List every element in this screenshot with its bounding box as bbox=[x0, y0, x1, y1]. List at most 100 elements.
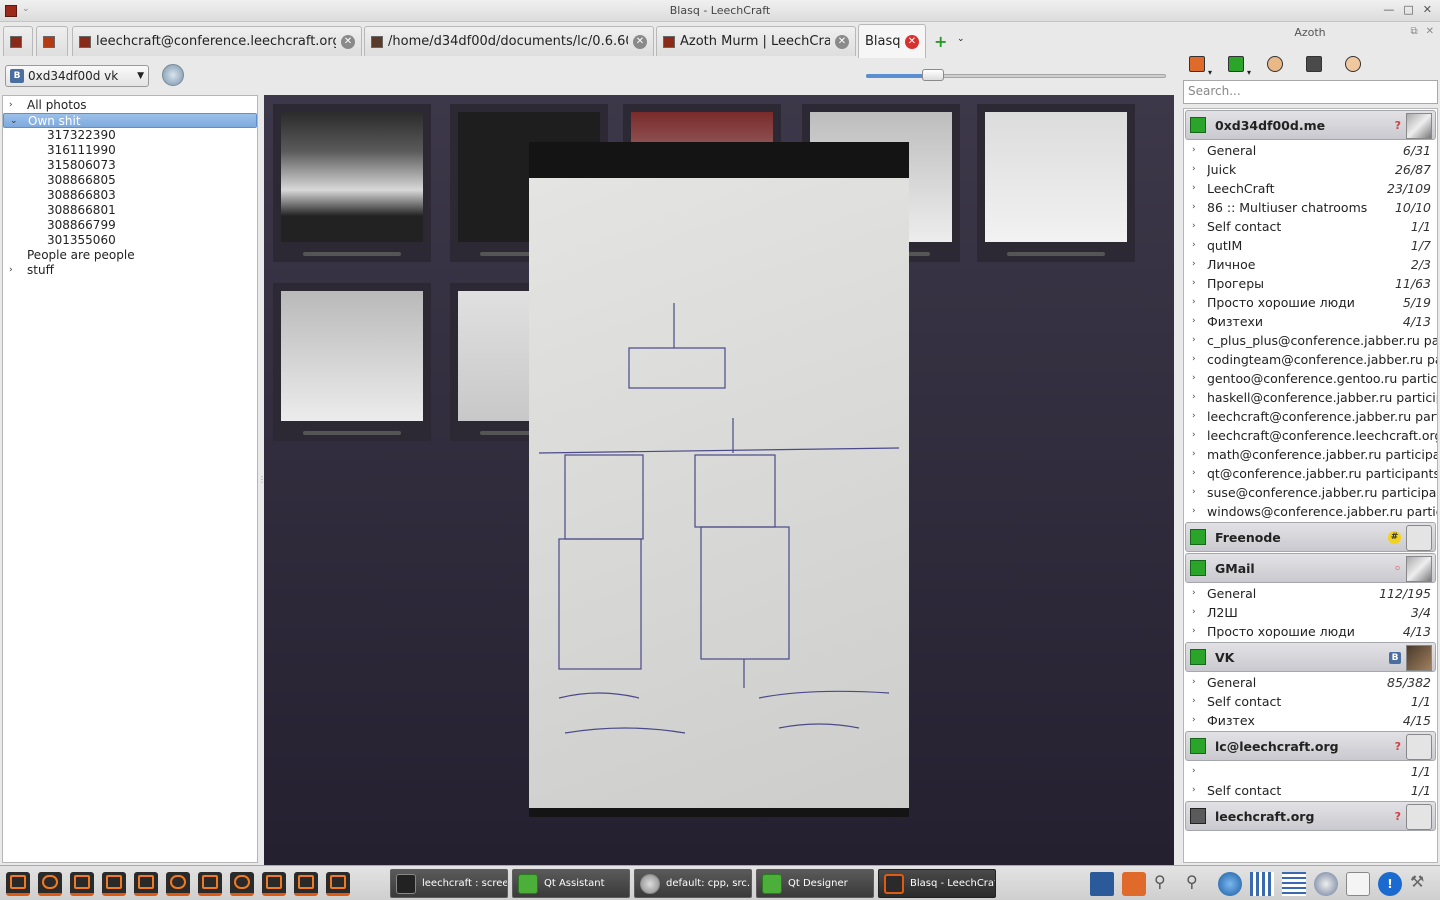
contact-group[interactable]: › windows@conference.jabber.ru participan… bbox=[1184, 502, 1437, 521]
contact-group[interactable]: › Л2Ш 3/4 bbox=[1184, 603, 1437, 622]
album-item[interactable]: 308866801 bbox=[3, 203, 257, 218]
task-qt-assistant[interactable]: Qt Assistant bbox=[512, 869, 630, 898]
task-blasq[interactable]: Blasq - LeechCraft bbox=[878, 869, 996, 898]
zoom-slider[interactable] bbox=[866, 69, 1166, 81]
account-selector[interactable]: B 0xd34df00d vk ▼ bbox=[5, 65, 149, 87]
contact-group[interactable]: › Просто хорошие люди 5/19 bbox=[1184, 293, 1437, 312]
contact-group[interactable]: › General 112/195 bbox=[1184, 584, 1437, 603]
expand-icon[interactable]: › bbox=[1192, 236, 1196, 255]
contact-group[interactable]: › qutIM 1/7 bbox=[1184, 236, 1437, 255]
contact-group[interactable]: › General 85/382 bbox=[1184, 673, 1437, 692]
expand-icon[interactable]: › bbox=[1192, 445, 1196, 464]
expand-icon[interactable]: › bbox=[1192, 388, 1196, 407]
expand-icon[interactable]: › bbox=[1192, 426, 1196, 445]
eye-launcher-icon[interactable] bbox=[198, 872, 222, 896]
contact-group[interactable]: › gentoo@conference.gentoo.ru participant… bbox=[1184, 369, 1437, 388]
tab-muc-chat[interactable]: leechcraft@conference.leechcraft.org (0.… bbox=[72, 26, 362, 56]
close-panel-icon[interactable]: ✕ bbox=[1426, 26, 1434, 37]
settings-launcher-icon[interactable] bbox=[230, 872, 254, 896]
photo-thumbnail[interactable] bbox=[273, 283, 431, 441]
camera-launcher-icon[interactable] bbox=[166, 872, 190, 896]
new-tab-plus-icon[interactable]: + bbox=[934, 32, 947, 51]
tab-close-icon[interactable]: ✕ bbox=[341, 34, 355, 49]
expand-icon[interactable]: › bbox=[1192, 502, 1196, 521]
contact-group[interactable]: › Просто хорошие люди 4/13 bbox=[1184, 622, 1437, 641]
album-folder[interactable]: › stuff bbox=[3, 263, 257, 278]
account-header[interactable]: VK B bbox=[1185, 642, 1436, 672]
zoom-slider-handle[interactable] bbox=[922, 69, 944, 81]
azoth-tray-icon[interactable] bbox=[1122, 872, 1146, 896]
expand-icon[interactable]: › bbox=[1192, 762, 1196, 781]
contact-group[interactable]: › 1/1 bbox=[1184, 762, 1437, 781]
tab-azoth-murm[interactable]: Azoth Murm | LeechCraft ✕ bbox=[656, 26, 856, 56]
pen-launcher-icon[interactable] bbox=[326, 872, 350, 896]
expand-icon[interactable]: › bbox=[1192, 622, 1196, 641]
expand-icon[interactable]: › bbox=[1192, 198, 1196, 217]
tab-close-icon[interactable]: ✕ bbox=[905, 34, 919, 49]
contact-group[interactable]: › Juick 26/87 bbox=[1184, 160, 1437, 179]
zoom-tray-icon[interactable]: ⚲ bbox=[1186, 872, 1210, 896]
expand-icon[interactable]: › bbox=[1192, 407, 1196, 426]
tab-leechcraft[interactable] bbox=[3, 26, 33, 56]
photo-preview[interactable] bbox=[529, 142, 909, 817]
album-item[interactable]: 308866805 bbox=[3, 173, 257, 188]
expand-icon[interactable]: › bbox=[9, 98, 13, 113]
contact-search-input[interactable]: Search... bbox=[1183, 80, 1438, 104]
expand-icon[interactable]: › bbox=[1192, 293, 1196, 312]
expand-icon[interactable]: › bbox=[1192, 179, 1196, 198]
online-status-button[interactable]: ▾ bbox=[1225, 53, 1251, 77]
download-launcher-icon[interactable] bbox=[70, 872, 94, 896]
splitter-handle[interactable]: ⋮ bbox=[258, 475, 266, 485]
expand-icon[interactable]: › bbox=[9, 263, 13, 278]
tools-tray-icon[interactable]: ⚒ bbox=[1410, 872, 1434, 896]
close-icon[interactable]: ✕ bbox=[1423, 3, 1432, 16]
account-header[interactable]: Freenode # bbox=[1185, 522, 1436, 552]
network-tray-icon[interactable] bbox=[1090, 872, 1114, 896]
status-menu-button[interactable]: ▾ bbox=[1186, 53, 1212, 77]
contact-group[interactable]: › c_plus_plus@conference.jabber.ru partic… bbox=[1184, 331, 1437, 350]
settings-tray-icon[interactable] bbox=[1314, 872, 1338, 896]
expand-icon[interactable]: › bbox=[1192, 711, 1196, 730]
expand-icon[interactable]: ⌄ bbox=[10, 114, 18, 129]
account-header[interactable]: GMail ◦ bbox=[1185, 553, 1436, 583]
contact-group[interactable]: › Прогеры 11/63 bbox=[1184, 274, 1437, 293]
expand-icon[interactable]: › bbox=[1192, 141, 1196, 160]
album-item[interactable]: 301355060 bbox=[3, 233, 257, 248]
expand-icon[interactable]: › bbox=[1192, 255, 1196, 274]
contact-group[interactable]: › Личное 2/3 bbox=[1184, 255, 1437, 274]
maximize-icon[interactable]: □ bbox=[1403, 3, 1413, 16]
contacts-icon[interactable] bbox=[1342, 53, 1368, 77]
task-terminal[interactable]: leechcraft : scree... bbox=[390, 869, 508, 898]
tab-blasq[interactable]: Blasq ✕ bbox=[858, 24, 926, 58]
float-panel-icon[interactable]: ⧉ bbox=[1410, 26, 1417, 37]
expand-icon[interactable]: › bbox=[1192, 160, 1196, 179]
contact-group[interactable]: › suse@conference.jabber.ru participants bbox=[1184, 483, 1437, 502]
minimize-icon[interactable]: — bbox=[1383, 3, 1394, 16]
player-launcher-icon[interactable] bbox=[134, 872, 158, 896]
clock-tray-icon[interactable] bbox=[1346, 872, 1370, 896]
album-item[interactable]: 308866803 bbox=[3, 188, 257, 203]
account-header[interactable]: 0xd34df00d.me? bbox=[1185, 110, 1436, 140]
expand-icon[interactable]: › bbox=[1192, 350, 1196, 369]
expand-icon[interactable]: › bbox=[1192, 217, 1196, 236]
contact-group[interactable]: › LeechCraft 23/109 bbox=[1184, 179, 1437, 198]
list-tray-icon[interactable] bbox=[1282, 872, 1306, 896]
contact-group[interactable]: › codingteam@conference.jabber.ru partici… bbox=[1184, 350, 1437, 369]
contact-group[interactable]: › haskell@conference.jabber.ru participan… bbox=[1184, 388, 1437, 407]
leechcraft-launcher-icon[interactable] bbox=[6, 872, 30, 896]
add-contact-icon[interactable] bbox=[1264, 53, 1290, 77]
contact-group[interactable]: › leechcraft@conference.leechcraft.org pa… bbox=[1184, 426, 1437, 445]
photo-thumbnail[interactable] bbox=[977, 104, 1135, 262]
upload-icon[interactable] bbox=[162, 64, 184, 86]
new-tab-menu-icon[interactable]: ⌄ bbox=[957, 34, 965, 44]
notification-icon[interactable]: ! bbox=[1378, 872, 1402, 896]
list-launcher-icon[interactable] bbox=[262, 872, 286, 896]
expand-icon[interactable]: › bbox=[1192, 369, 1196, 388]
contact-group[interactable]: › Физтех 4/15 bbox=[1184, 711, 1437, 730]
album-item[interactable]: 315806073 bbox=[3, 158, 257, 173]
show-offline-icon[interactable] bbox=[1303, 53, 1329, 77]
task-qt-designer[interactable]: Qt Designer bbox=[756, 869, 874, 898]
album-folder[interactable]: › All photos bbox=[3, 98, 257, 113]
contact-group[interactable]: › qt@conference.jabber.ru participants bbox=[1184, 464, 1437, 483]
tab-document[interactable]: /home/d34df00d/documents/lc/0.6.60.... ✕ bbox=[364, 26, 654, 56]
